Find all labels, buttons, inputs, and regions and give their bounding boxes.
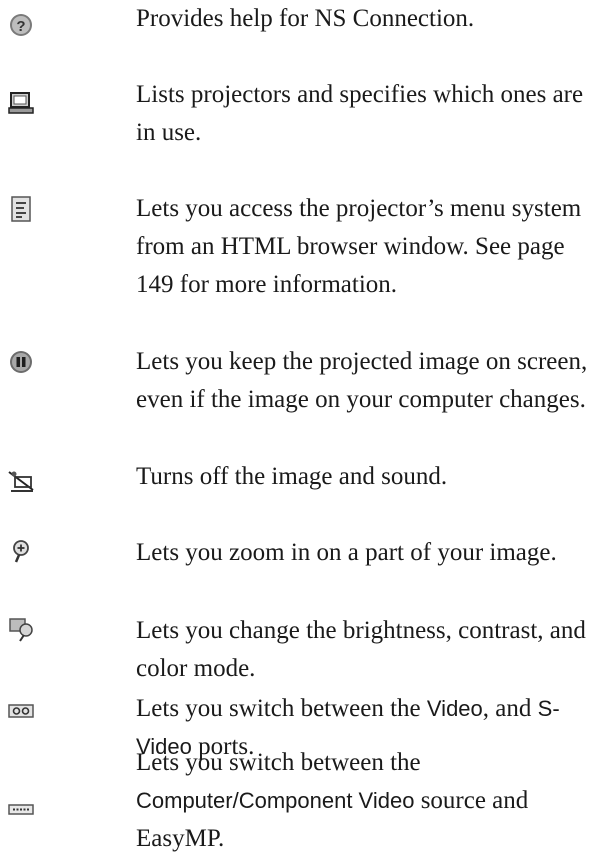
video-source-icon[interactable] <box>6 698 36 724</box>
help-description: Provides help for NS Connection. <box>136 5 475 32</box>
projector-list-icon[interactable] <box>6 90 36 116</box>
video-term: Video <box>426 696 483 721</box>
computer-source-description: Lets you switch between the Computer/Com… <box>136 744 594 858</box>
color-adjust-icon[interactable] <box>6 616 36 642</box>
svg-text:?: ? <box>16 18 25 35</box>
video-source-text-b: , and <box>482 695 538 722</box>
help-icon[interactable]: ? <box>6 12 36 38</box>
computer-source-text-a: Lets you switch between the <box>136 749 421 776</box>
av-mute-icon[interactable] <box>6 468 36 494</box>
computer-component-video-term: Computer/Component Video <box>136 788 415 813</box>
computer-source-icon[interactable] <box>6 796 36 822</box>
web-menu-icon[interactable] <box>6 196 36 222</box>
av-mute-description: Turns off the image and sound. <box>136 463 448 490</box>
zoom-description: Lets you zoom in on a part of your image… <box>136 539 557 566</box>
freeze-icon[interactable] <box>6 349 36 375</box>
zoom-icon[interactable] <box>6 538 36 564</box>
color-adjust-description: Lets you change the brightness, contrast… <box>136 617 586 682</box>
projector-list-description: Lists projectors and specifies which one… <box>136 81 584 146</box>
video-source-text-a: Lets you switch between the <box>136 695 427 722</box>
freeze-description: Lets you keep the projected image on scr… <box>136 348 588 413</box>
web-menu-description: Lets you access the projector’s menu sys… <box>136 195 582 298</box>
